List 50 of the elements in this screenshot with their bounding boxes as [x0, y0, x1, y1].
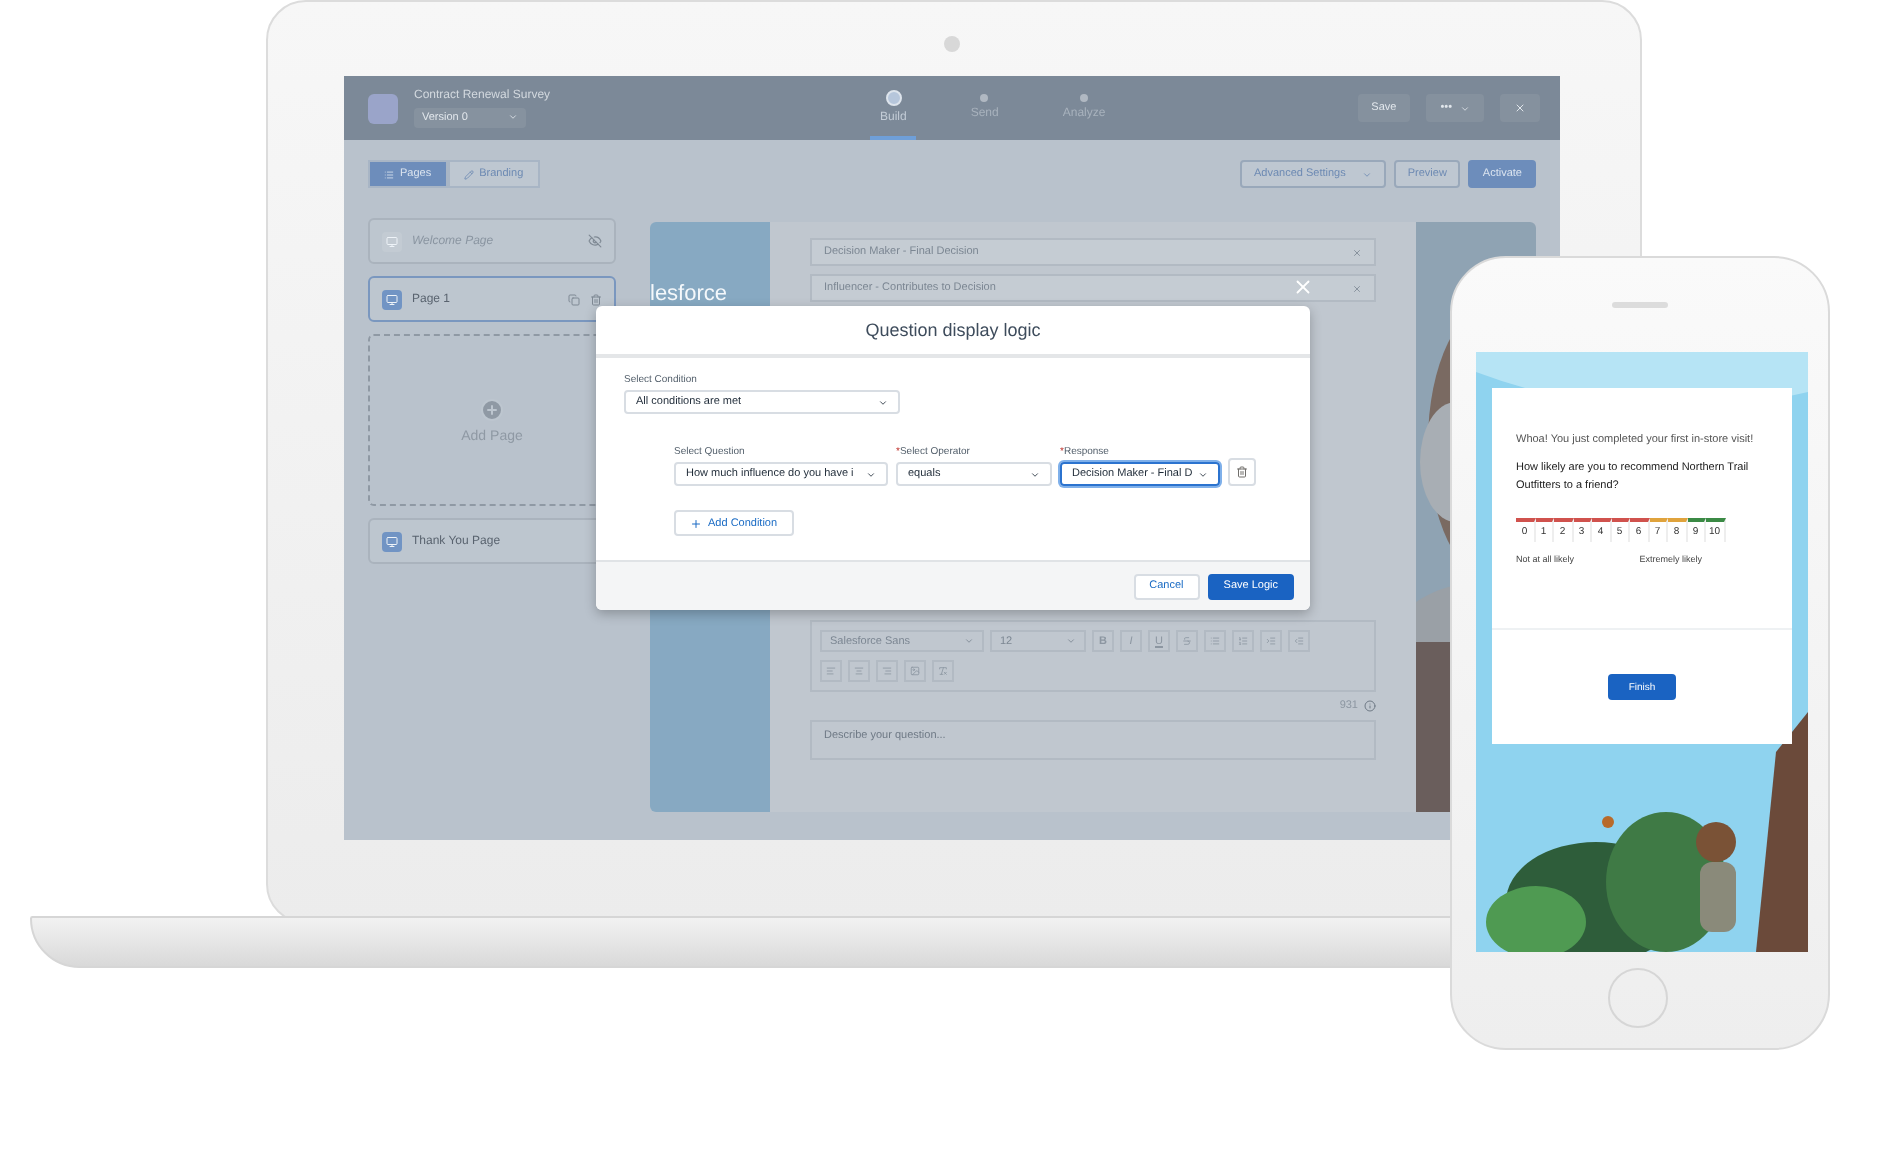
- hidden-icon: [588, 234, 602, 248]
- brand-text: lesforce: [650, 282, 728, 306]
- home-button[interactable]: [1608, 968, 1668, 1028]
- close-button[interactable]: [1500, 94, 1540, 122]
- close-icon: [1514, 102, 1526, 114]
- survey-logo-icon: [368, 93, 398, 123]
- copy-icon[interactable]: [568, 293, 580, 305]
- camera-icon: [944, 36, 960, 52]
- strikethrough-icon: [1182, 636, 1192, 646]
- chevron-down-icon: [1198, 469, 1208, 479]
- chevron-down-icon: [1030, 469, 1040, 479]
- bullet-list-icon: [1210, 636, 1220, 646]
- format-button[interactable]: [820, 660, 842, 682]
- chevron-down-icon: [508, 112, 518, 122]
- monitor-icon: [382, 531, 402, 551]
- align-right-icon: [882, 666, 892, 676]
- chevron-down-icon: [1460, 103, 1470, 113]
- chevron-down-icon: [866, 469, 876, 479]
- chevron-down-icon: [878, 397, 888, 407]
- align-center-icon: [854, 666, 864, 676]
- format-button[interactable]: [904, 660, 926, 682]
- format-button[interactable]: [876, 660, 898, 682]
- chevron-down-icon: [1361, 169, 1372, 179]
- format-button[interactable]: [1204, 630, 1226, 652]
- close-icon[interactable]: [1291, 275, 1313, 297]
- format-button[interactable]: [1260, 630, 1282, 652]
- format-button[interactable]: [1176, 630, 1198, 652]
- list-icon: [384, 169, 394, 179]
- monitor-icon: [382, 289, 402, 309]
- plus-icon: [690, 517, 702, 529]
- indent-icon: [1266, 636, 1276, 646]
- outdent-icon: [1294, 636, 1304, 646]
- align-left-icon: [826, 666, 836, 676]
- format-button[interactable]: [932, 660, 954, 682]
- dialog-title: Question display logic: [865, 320, 1041, 340]
- monitor-icon: [382, 231, 402, 251]
- format-button[interactable]: [1232, 630, 1254, 652]
- format-button[interactable]: [848, 660, 870, 682]
- chevron-down-icon: [964, 636, 974, 646]
- image-icon: [910, 666, 920, 676]
- delete-button[interactable]: [1228, 458, 1256, 486]
- chevron-down-icon: [1066, 636, 1076, 646]
- info-icon: [1364, 700, 1376, 712]
- plus-circle-icon: [480, 397, 504, 421]
- trash-icon: [1236, 466, 1248, 478]
- numbered-list-icon: [1238, 636, 1248, 646]
- pencil-icon: [463, 169, 474, 179]
- clear-format-icon: [938, 666, 948, 676]
- format-button[interactable]: [1288, 630, 1310, 652]
- trash-icon[interactable]: [590, 293, 602, 305]
